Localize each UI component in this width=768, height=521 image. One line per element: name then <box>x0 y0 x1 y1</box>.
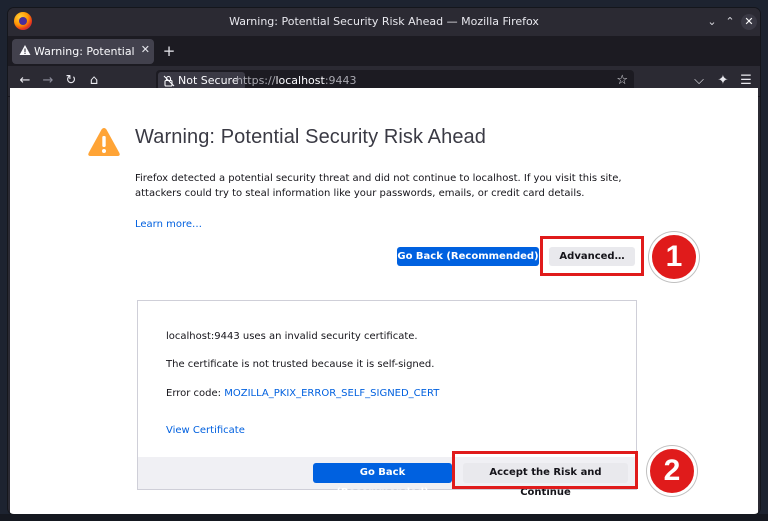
warning-tab-icon <box>19 45 31 55</box>
self-signed-text: The certificate is not trusted because i… <box>166 359 435 370</box>
url-text[interactable]: https://localhost:9443 <box>236 74 357 87</box>
chevron-up-icon[interactable]: ⌃ <box>722 14 738 30</box>
learn-more-link[interactable]: Learn more… <box>135 219 202 230</box>
step-2-badge: 2 <box>647 446 697 496</box>
error-code-prefix: Error code: <box>166 388 225 399</box>
highlight-box-step-2 <box>452 451 638 489</box>
error-code-link[interactable]: MOZILLA_PKIX_ERROR_SELF_SIGNED_CERT <box>224 388 439 399</box>
go-back-button[interactable]: Go Back (Recommended) <box>397 247 539 266</box>
bookmark-star-icon[interactable]: ☆ <box>616 73 628 88</box>
close-window-icon[interactable]: ✕ <box>741 14 757 30</box>
invalid-cert-text: localhost:9443 uses an invalid security … <box>166 331 418 342</box>
tab-warning[interactable]: Warning: Potential Security Risk Ahead ✕ <box>12 39 154 64</box>
step-1-badge: 1 <box>649 232 699 282</box>
error-page: Warning: Potential Security Risk Ahead F… <box>10 88 758 514</box>
url-port: :9443 <box>324 74 357 87</box>
new-tab-icon[interactable]: + <box>160 42 178 60</box>
tab-bar: Warning: Potential Security Risk Ahead ✕… <box>8 36 760 66</box>
url-scheme: https:// <box>236 74 276 87</box>
highlight-box-step-1 <box>540 236 644 276</box>
go-back-button-panel[interactable]: Go Back (Recommended) <box>313 463 452 498</box>
tab-title: Warning: Potential Security Risk Ahead <box>34 45 138 58</box>
firefox-window: Warning: Potential Security Risk Ahead —… <box>8 8 760 514</box>
desktop-background <box>0 514 768 521</box>
broken-lock-icon <box>163 75 175 87</box>
warning-triangle-icon <box>88 128 120 156</box>
page-title: Warning: Potential Security Risk Ahead <box>135 126 487 148</box>
url-host: localhost <box>275 74 325 87</box>
view-certificate-link[interactable]: View Certificate <box>166 425 245 436</box>
chevron-down-icon[interactable]: ⌄ <box>704 14 720 30</box>
not-secure-label: Not Secure <box>178 74 239 87</box>
warning-description: Firefox detected a potential security th… <box>135 173 622 199</box>
tab-close-icon[interactable]: ✕ <box>141 43 150 56</box>
error-code-line: Error code: MOZILLA_PKIX_ERROR_SELF_SIGN… <box>166 388 439 399</box>
title-bar: Warning: Potential Security Risk Ahead —… <box>8 8 760 36</box>
window-title: Warning: Potential Security Risk Ahead —… <box>229 15 539 28</box>
